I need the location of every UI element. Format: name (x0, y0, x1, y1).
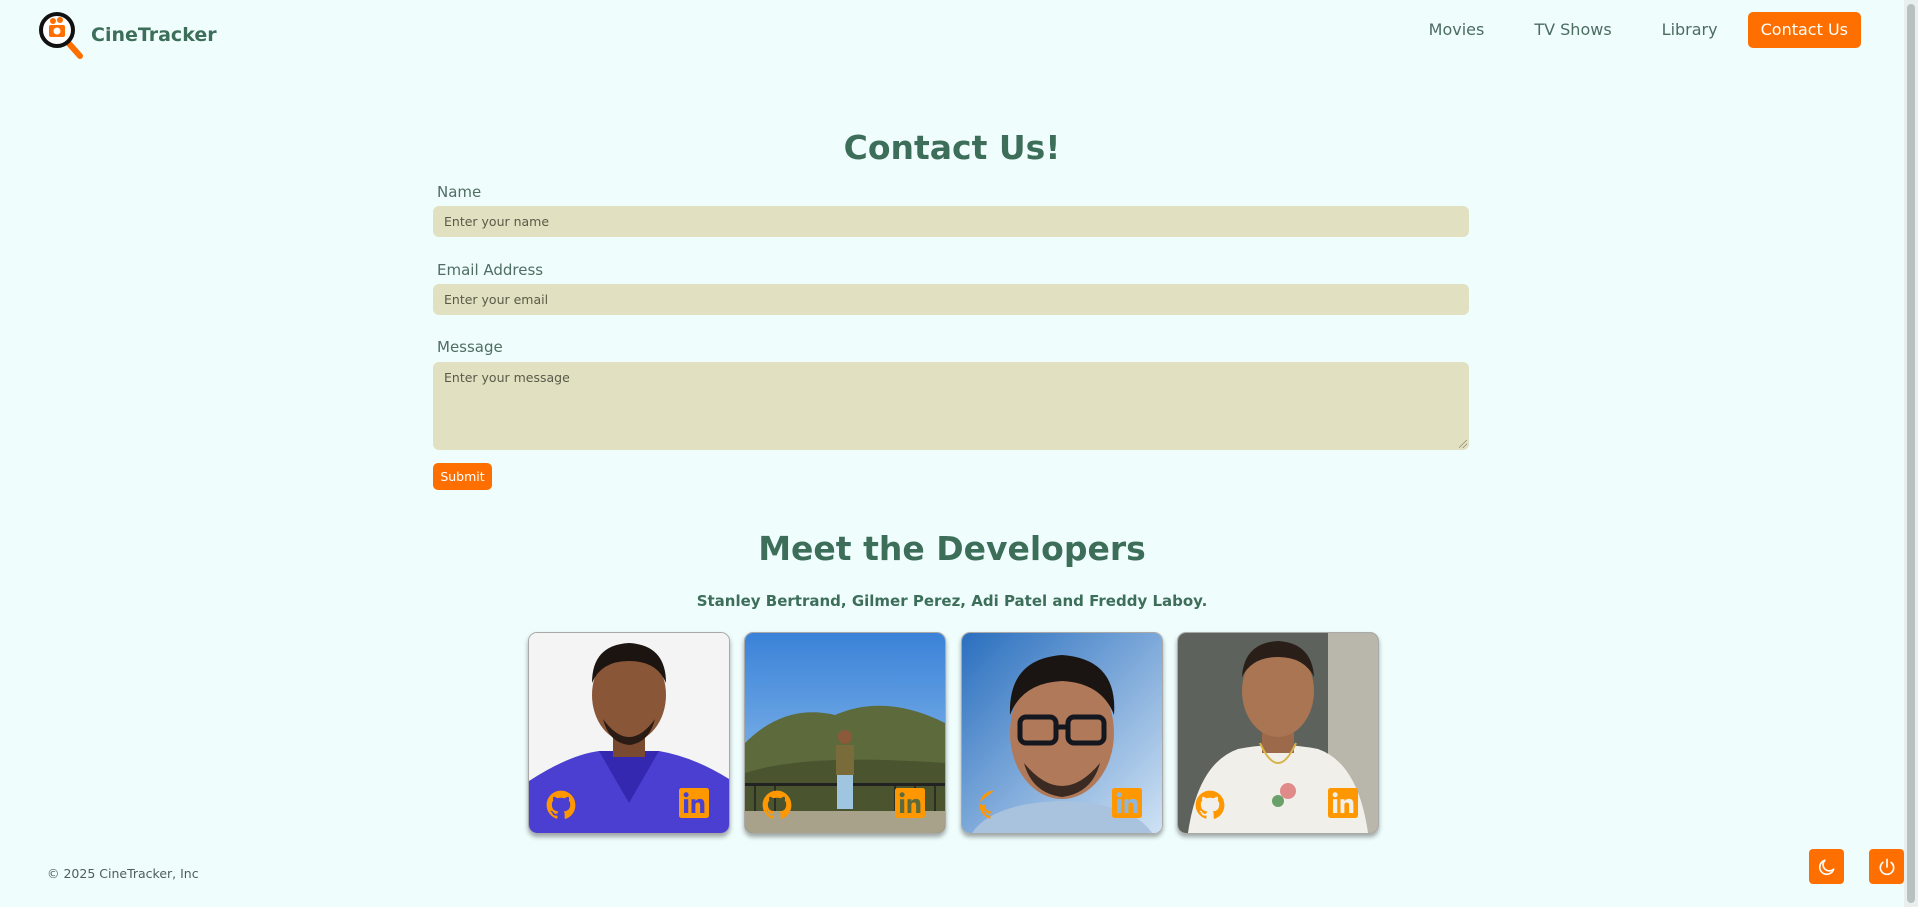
main-nav: Movies TV Shows Library Contact Us (1429, 12, 1861, 48)
github-icon[interactable] (546, 790, 576, 820)
email-label: Email Address (437, 261, 544, 279)
scrollbar-thumb[interactable] (1907, 4, 1915, 903)
developer-names: Stanley Bertrand, Gilmer Perez, Adi Pate… (696, 592, 1208, 610)
message-label: Message (437, 338, 503, 356)
developer-card (961, 632, 1163, 834)
brand-name: CineTracker (91, 24, 217, 46)
linkedin-icon[interactable] (1328, 788, 1358, 818)
contact-title: Contact Us! (843, 128, 1061, 167)
linkedin-icon[interactable] (1112, 788, 1142, 818)
email-input[interactable]: Enter your email (433, 284, 1469, 315)
github-icon[interactable] (979, 790, 1009, 820)
logout-button[interactable] (1869, 849, 1904, 884)
magnifier-logo-icon (39, 12, 83, 59)
github-icon[interactable] (1195, 790, 1225, 820)
brand-logo[interactable]: CineTracker (37, 10, 217, 60)
developer-card (744, 632, 946, 834)
nav-link-tv-shows[interactable]: TV Shows (1534, 12, 1611, 48)
name-label: Name (437, 183, 482, 201)
top-navbar: CineTracker Movies TV Shows Library Cont… (0, 0, 1904, 62)
submit-button[interactable]: Submit (433, 463, 492, 490)
power-icon (1879, 858, 1894, 875)
message-textarea[interactable]: Enter your message (433, 362, 1469, 450)
page-scrollbar[interactable] (1904, 0, 1918, 907)
moon-icon (1818, 859, 1834, 875)
copyright-text: © 2025 CineTracker, Inc (47, 866, 199, 881)
dark-mode-button[interactable] (1809, 849, 1844, 884)
message-placeholder: Enter your message (444, 370, 570, 385)
nav-link-contact-us[interactable]: Contact Us (1747, 12, 1861, 48)
github-icon[interactable] (762, 790, 792, 820)
nav-link-movies[interactable]: Movies (1429, 12, 1485, 48)
developer-card (1177, 632, 1379, 834)
developer-card (528, 632, 730, 834)
textarea-resize-handle[interactable] (1459, 440, 1467, 448)
developers-title: Meet the Developers (758, 529, 1146, 568)
linkedin-icon[interactable] (895, 788, 925, 818)
nav-link-library[interactable]: Library (1662, 12, 1718, 48)
linkedin-icon[interactable] (679, 788, 709, 818)
name-input[interactable]: Enter your name (433, 206, 1469, 237)
